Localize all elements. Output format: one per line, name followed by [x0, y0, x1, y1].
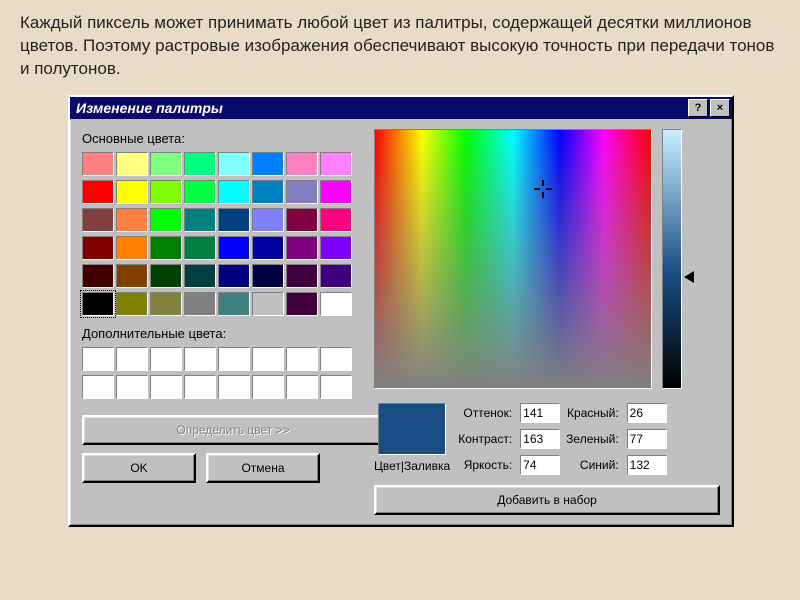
hue-input[interactable]: 141: [520, 403, 560, 423]
basic-swatch[interactable]: [252, 236, 284, 260]
custom-swatch[interactable]: [252, 347, 284, 371]
custom-swatch[interactable]: [286, 375, 318, 399]
custom-swatch[interactable]: [82, 347, 114, 371]
basic-swatch[interactable]: [218, 180, 250, 204]
basic-swatch[interactable]: [320, 152, 352, 176]
sat-input[interactable]: 163: [520, 429, 560, 449]
basic-swatch[interactable]: [218, 292, 250, 316]
custom-swatch[interactable]: [218, 375, 250, 399]
basic-swatch[interactable]: [82, 264, 114, 288]
basic-swatch[interactable]: [116, 264, 148, 288]
basic-colors-label: Основные цвета:: [82, 131, 360, 146]
basic-swatch[interactable]: [184, 208, 216, 232]
basic-swatch[interactable]: [184, 264, 216, 288]
basic-swatch[interactable]: [286, 152, 318, 176]
basic-swatch[interactable]: [320, 208, 352, 232]
basic-swatch[interactable]: [82, 208, 114, 232]
custom-swatch[interactable]: [286, 347, 318, 371]
color-solid-label: Цвет|Заливка: [374, 459, 450, 473]
titlebar[interactable]: Изменение палитры ? ×: [70, 97, 732, 119]
custom-swatch[interactable]: [116, 375, 148, 399]
custom-swatch[interactable]: [184, 347, 216, 371]
green-label: Зеленый:: [566, 432, 619, 446]
hue-sat-field[interactable]: [374, 129, 652, 389]
basic-swatch[interactable]: [286, 180, 318, 204]
blue-label: Синий:: [566, 458, 619, 472]
basic-swatch[interactable]: [218, 264, 250, 288]
basic-swatch[interactable]: [286, 236, 318, 260]
basic-swatch[interactable]: [116, 152, 148, 176]
basic-swatch[interactable]: [320, 292, 352, 316]
basic-swatch[interactable]: [150, 180, 182, 204]
color-dialog: Изменение палитры ? × Основные цвета: До…: [68, 95, 734, 527]
basic-swatch[interactable]: [150, 292, 182, 316]
basic-swatch[interactable]: [82, 180, 114, 204]
custom-swatch[interactable]: [252, 375, 284, 399]
titlebar-text: Изменение палитры: [76, 100, 223, 116]
basic-swatch[interactable]: [286, 208, 318, 232]
right-panel: Цвет|Заливка Оттенок: 141 Красный: 26 Ко…: [374, 129, 720, 515]
custom-swatch[interactable]: [150, 375, 182, 399]
red-input[interactable]: 26: [627, 403, 667, 423]
close-button[interactable]: ×: [710, 99, 730, 117]
basic-swatch[interactable]: [252, 264, 284, 288]
preview-area: Цвет|Заливка: [374, 403, 450, 475]
basic-swatch[interactable]: [116, 180, 148, 204]
custom-swatch[interactable]: [184, 375, 216, 399]
basic-swatch[interactable]: [82, 152, 114, 176]
basic-swatch[interactable]: [150, 208, 182, 232]
basic-swatch[interactable]: [82, 292, 114, 316]
red-label: Красный:: [566, 406, 619, 420]
basic-swatch[interactable]: [116, 208, 148, 232]
basic-swatch[interactable]: [116, 236, 148, 260]
add-to-set-button[interactable]: Добавить в набор: [374, 485, 720, 515]
basic-swatch[interactable]: [252, 292, 284, 316]
basic-swatch[interactable]: [218, 208, 250, 232]
sat-label: Контраст:: [458, 432, 512, 446]
basic-swatch[interactable]: [320, 264, 352, 288]
color-preview: [378, 403, 446, 455]
basic-swatch[interactable]: [320, 180, 352, 204]
basic-swatch[interactable]: [116, 292, 148, 316]
basic-swatch[interactable]: [150, 264, 182, 288]
basic-swatches-grid: [82, 152, 360, 316]
green-input[interactable]: 77: [627, 429, 667, 449]
left-panel: Основные цвета: Дополнительные цвета: Оп…: [82, 129, 360, 515]
custom-colors-label: Дополнительные цвета:: [82, 326, 360, 341]
basic-swatch[interactable]: [150, 152, 182, 176]
help-button[interactable]: ?: [688, 99, 708, 117]
custom-swatches-grid: [82, 347, 360, 399]
basic-swatch[interactable]: [252, 208, 284, 232]
cancel-button[interactable]: Отмена: [206, 453, 320, 483]
crosshair-icon: [536, 182, 550, 196]
slide-paragraph: Каждый пиксель может принимать любой цве…: [0, 0, 800, 89]
basic-swatch[interactable]: [252, 180, 284, 204]
basic-swatch[interactable]: [286, 292, 318, 316]
luminance-slider[interactable]: [662, 129, 682, 389]
luminance-arrow-icon[interactable]: [684, 271, 694, 283]
blue-input[interactable]: 132: [627, 455, 667, 475]
basic-swatch[interactable]: [184, 236, 216, 260]
custom-swatch[interactable]: [320, 347, 352, 371]
hue-label: Оттенок:: [458, 406, 512, 420]
define-color-button[interactable]: Определить цвет >>: [82, 415, 384, 445]
basic-swatch[interactable]: [184, 152, 216, 176]
basic-swatch[interactable]: [252, 152, 284, 176]
custom-swatch[interactable]: [116, 347, 148, 371]
custom-swatch[interactable]: [82, 375, 114, 399]
basic-swatch[interactable]: [218, 236, 250, 260]
basic-swatch[interactable]: [286, 264, 318, 288]
custom-swatch[interactable]: [150, 347, 182, 371]
ok-button[interactable]: OK: [82, 453, 196, 483]
lum-input[interactable]: 74: [520, 455, 560, 475]
basic-swatch[interactable]: [82, 236, 114, 260]
basic-swatch[interactable]: [150, 236, 182, 260]
basic-swatch[interactable]: [218, 152, 250, 176]
lum-label: Яркость:: [458, 458, 512, 472]
custom-swatch[interactable]: [320, 375, 352, 399]
basic-swatch[interactable]: [320, 236, 352, 260]
basic-swatch[interactable]: [184, 180, 216, 204]
basic-swatch[interactable]: [184, 292, 216, 316]
custom-swatch[interactable]: [218, 347, 250, 371]
